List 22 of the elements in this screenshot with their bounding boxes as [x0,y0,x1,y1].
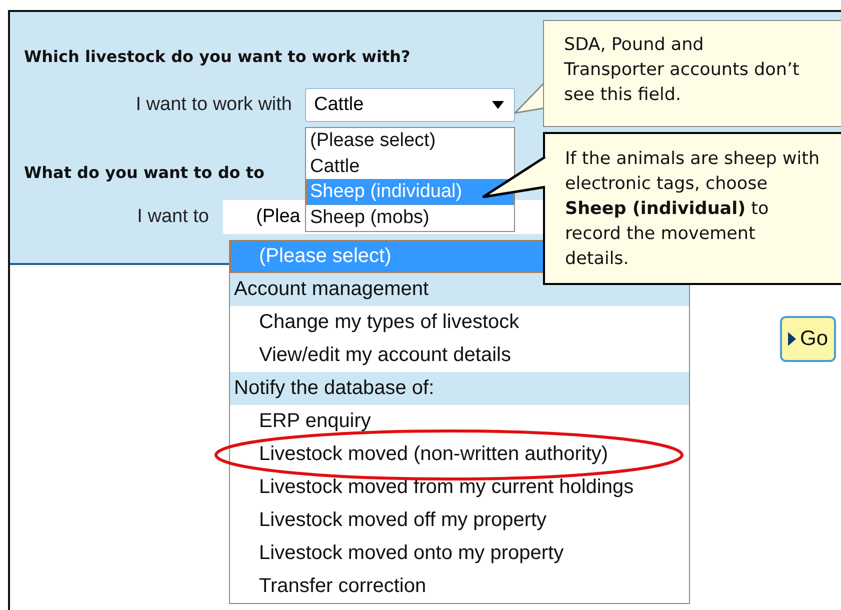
dropdown-option[interactable]: Livestock moved off my property [230,504,689,537]
go-button[interactable]: Go [780,316,836,362]
caret-icon [492,101,504,109]
callout-tooltip: If the animals are sheep with electronic tags, choose Sheep (individual) to record the movement details. [543,132,841,285]
play-icon [788,332,796,346]
dropdown-option[interactable]: Livestock moved onto my property [230,537,689,570]
field-label: I want to work with [134,94,292,116]
dropdown-option[interactable]: ERP enquiry [230,405,689,438]
dropdown-option[interactable]: Sheep (mobs) [306,205,514,231]
dropdown-option[interactable]: Cattle [306,154,514,180]
dropdown-option[interactable]: Transfer correction [230,570,689,603]
option-group-header: Notify the database of: [230,372,689,405]
field-label: I want to [136,206,209,228]
livestock-select[interactable]: Cattle [305,88,515,122]
dropdown-option[interactable]: Change my types of livestock [230,306,689,339]
dropdown-option[interactable]: View/edit my account details [230,339,689,372]
dropdown-option[interactable]: Livestock moved (non-written authority) [230,438,689,471]
callout-tooltip: SDA, Pound and Transporter accounts don’t see this field. [543,20,841,127]
section-heading: What do you want to do to [24,163,265,183]
dropdown-option[interactable]: Livestock moved from my current holdings [230,471,689,504]
dropdown-option[interactable]: (Please select) [306,128,514,154]
section-heading: Which livestock do you want to work with? [24,47,412,67]
